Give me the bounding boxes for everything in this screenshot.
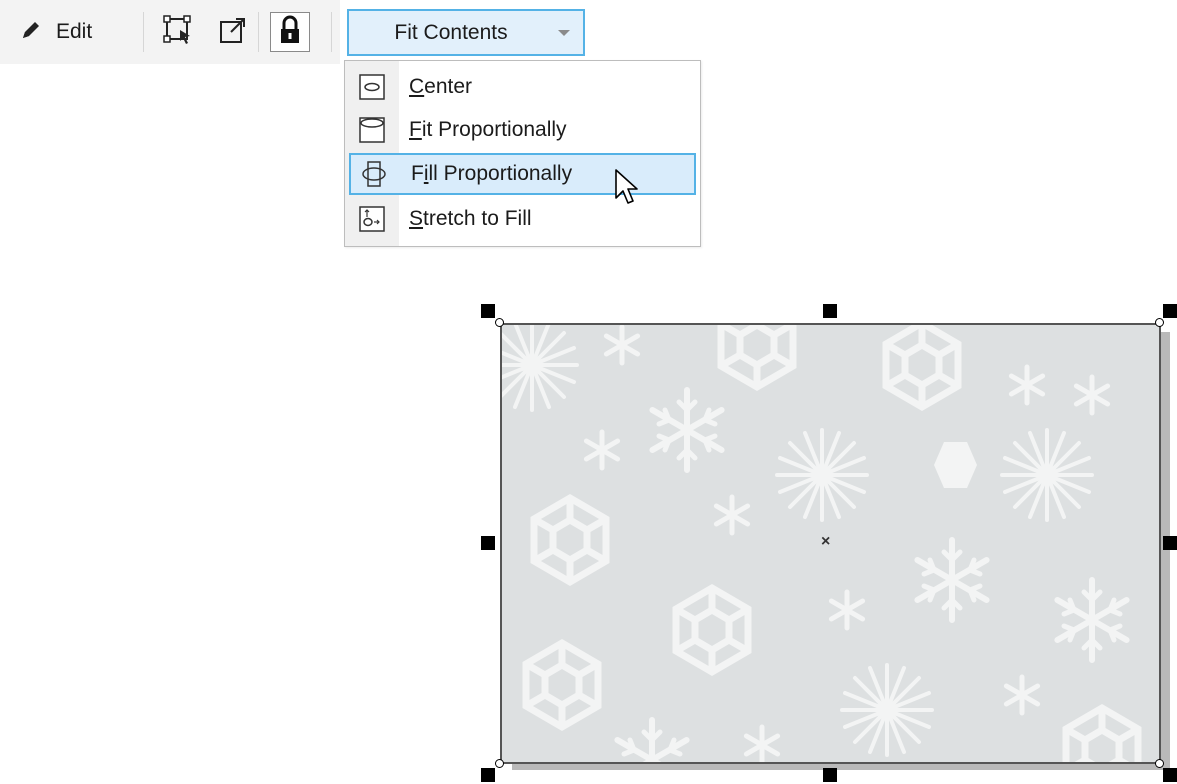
menu-item-label: Center (409, 75, 473, 98)
edit-button[interactable]: Edit (10, 14, 120, 50)
menu-item-stretch-to-fill[interactable]: Stretch to Fill (349, 198, 696, 240)
toolbar-separator (258, 12, 259, 52)
selection-handle-top[interactable] (823, 304, 837, 318)
node-handle[interactable] (495, 759, 504, 768)
toolbar-separator (143, 12, 144, 52)
extract-contents-icon (218, 15, 248, 50)
selection-handle-top-left[interactable] (481, 304, 495, 318)
mouse-cursor-icon (614, 168, 640, 213)
stretch-to-fill-icon (349, 205, 395, 233)
selection-handle-bottom-right[interactable] (1163, 768, 1177, 782)
lock-contents-button[interactable] (270, 12, 310, 52)
fill-proportionally-icon (351, 160, 397, 188)
menu-item-label: Fit Proportionally (409, 118, 567, 141)
menu-item-fill-proportionally[interactable]: Fill Proportionally (349, 153, 696, 195)
selection-handle-left[interactable] (481, 536, 495, 550)
frame-select-icon (163, 14, 193, 50)
edit-label: Edit (56, 20, 93, 43)
extract-contents-button[interactable] (215, 14, 251, 50)
node-handle[interactable] (1155, 759, 1164, 768)
fit-proportionally-icon (349, 116, 395, 144)
selection-handle-bottom[interactable] (823, 768, 837, 782)
powerclip-frame[interactable] (500, 323, 1161, 764)
center-marker-icon: × (821, 533, 831, 550)
selection-handle-right[interactable] (1163, 536, 1177, 550)
menu-item-fit-proportionally[interactable]: Fit Proportionally (349, 109, 696, 151)
drop-shadow (1161, 332, 1170, 769)
selection-handle-bottom-left[interactable] (481, 768, 495, 782)
menu-item-label: Fill Proportionally (411, 162, 573, 185)
frame-select-button[interactable] (160, 14, 196, 50)
fit-contents-menu: Center Fit Proportionally Fill Proportio… (344, 60, 701, 247)
node-handle[interactable] (1155, 318, 1164, 327)
toolbar-separator (331, 12, 332, 52)
fit-contents-value: Fit Contents (394, 20, 508, 44)
menu-item-center[interactable]: Center (349, 66, 696, 108)
menu-item-label: Stretch to Fill (409, 207, 532, 230)
center-icon (349, 73, 395, 101)
pencil-icon (20, 19, 42, 46)
selection-handle-top-right[interactable] (1163, 304, 1177, 318)
snowflake-pattern (502, 325, 1161, 764)
fit-contents-dropdown[interactable]: Fit Contents (347, 9, 585, 56)
property-bar: Edit (0, 0, 340, 64)
lock-icon (278, 15, 302, 50)
node-handle[interactable] (495, 318, 504, 327)
chevron-down-icon (545, 29, 583, 37)
drop-shadow (512, 764, 1170, 770)
